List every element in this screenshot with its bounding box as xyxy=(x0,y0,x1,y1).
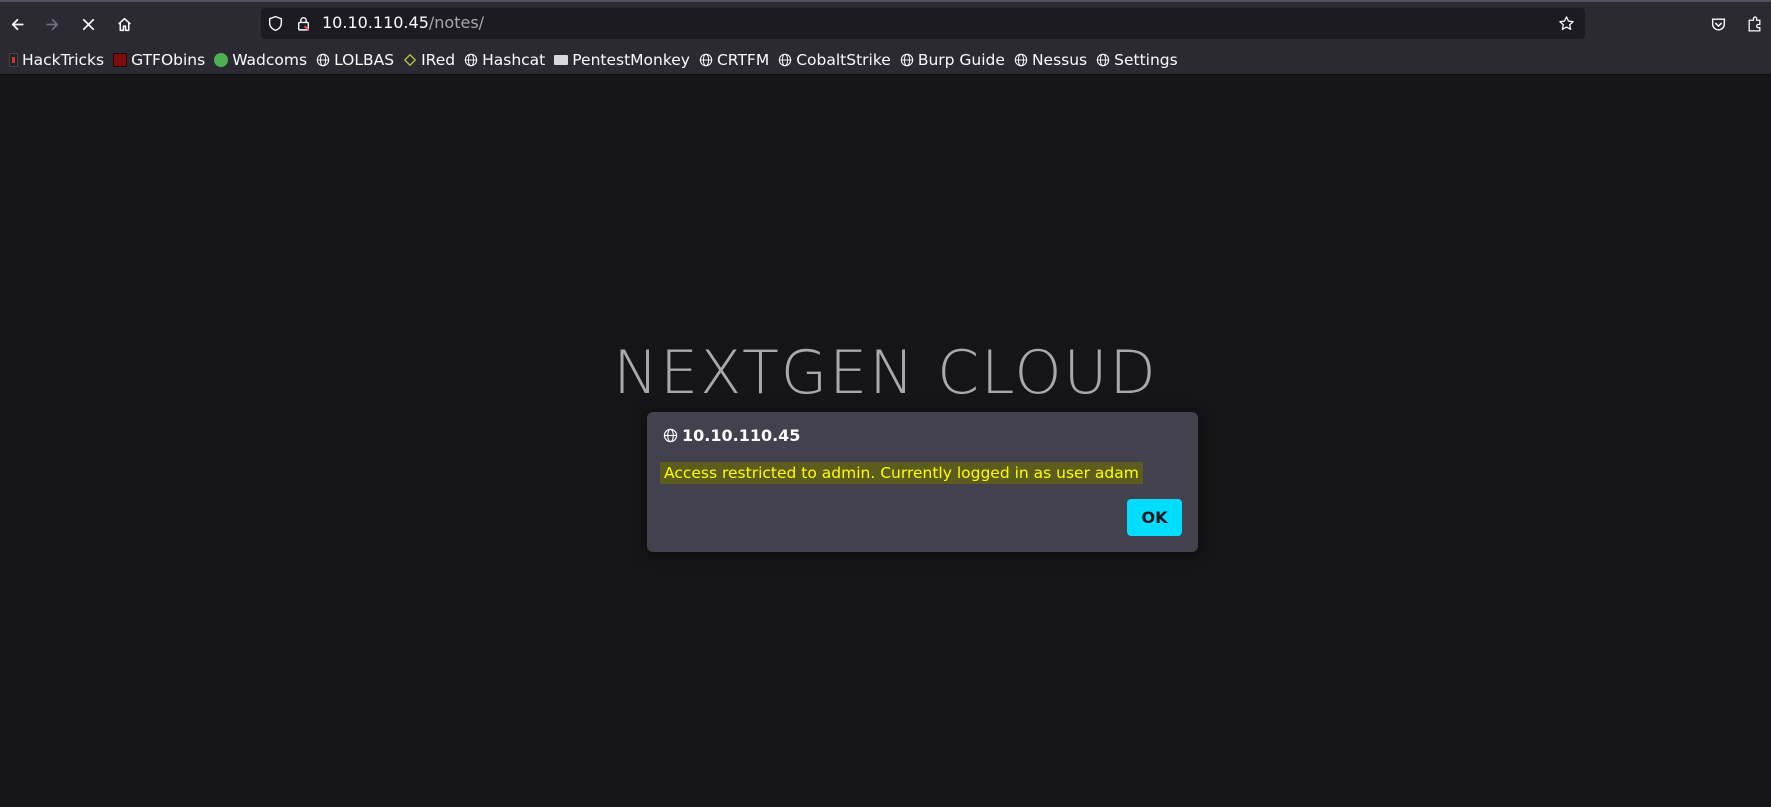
lock-icon[interactable] xyxy=(295,15,312,32)
url-path: /notes/ xyxy=(428,13,485,32)
bookmark-label: CobaltStrike xyxy=(796,50,891,69)
pocket-icon xyxy=(1711,17,1725,30)
bookmark-cobaltstrike[interactable]: CobaltStrike xyxy=(774,47,895,73)
bookmark-gtfobins[interactable]: GTFObins xyxy=(109,47,209,73)
bookmark-nessus[interactable]: Nessus xyxy=(1010,47,1091,73)
home-button[interactable] xyxy=(110,10,138,38)
bookmark-burp-guide[interactable]: Burp Guide xyxy=(896,47,1009,73)
bookmark-hashcat[interactable]: Hashcat xyxy=(460,47,549,73)
globe-icon xyxy=(464,53,478,66)
bookmark-label: PentestMonkey xyxy=(572,50,690,69)
bookmark-label: IRed xyxy=(421,50,456,69)
dialog-origin: 10.10.110.45 xyxy=(663,426,800,445)
bookmark-label: Settings xyxy=(1114,50,1178,69)
dialog-message: Access restricted to admin. Currently lo… xyxy=(660,462,1143,484)
globe-icon xyxy=(316,53,330,66)
pocket-button[interactable] xyxy=(1704,10,1732,38)
bookmark-label: LOLBAS xyxy=(334,50,395,69)
bookmarks-toolbar: HackTricks GTFObins Wadcoms LOLBAS IRed … xyxy=(0,45,1771,75)
globe-icon xyxy=(699,53,713,66)
close-icon xyxy=(82,18,94,30)
star-icon[interactable] xyxy=(1558,15,1575,32)
globe-icon xyxy=(663,428,678,443)
stop-button[interactable] xyxy=(74,10,102,38)
page-heading: NEXTGEN CLOUD xyxy=(613,338,1158,408)
home-icon xyxy=(117,17,131,31)
gtfobins-icon xyxy=(113,52,128,67)
browser-toolbar: 10.10.110.45/notes/ xyxy=(0,0,1771,45)
forward-button[interactable] xyxy=(38,10,66,38)
extensions-icon xyxy=(1748,16,1760,32)
ok-button[interactable]: OK xyxy=(1127,499,1182,536)
url-text[interactable]: 10.10.110.45/notes/ xyxy=(322,13,484,33)
bookmark-ired[interactable]: IRed xyxy=(399,47,459,73)
hacktricks-icon xyxy=(9,52,18,67)
globe-icon xyxy=(1014,53,1028,66)
bookmark-wadcoms[interactable]: Wadcoms xyxy=(210,47,311,73)
pentestmonkey-icon xyxy=(554,54,569,65)
url-host: 10.10.110.45 xyxy=(322,13,429,32)
wadcoms-icon xyxy=(214,52,229,67)
bookmark-label: Nessus xyxy=(1031,50,1088,69)
bookmark-hacktricks[interactable]: HackTricks xyxy=(5,47,108,73)
shield-icon[interactable] xyxy=(267,15,284,32)
bookmark-crtfm[interactable]: CRTFM xyxy=(695,47,773,73)
extensions-button[interactable] xyxy=(1740,10,1768,38)
arrow-left-icon xyxy=(11,18,24,30)
bookmark-label: HackTricks xyxy=(22,50,105,69)
url-bar[interactable]: 10.10.110.45/notes/ xyxy=(261,8,1585,39)
globe-icon xyxy=(900,53,914,66)
bookmark-settings[interactable]: Settings xyxy=(1092,47,1182,73)
alert-dialog: 10.10.110.45 Access restricted to admin.… xyxy=(647,412,1198,552)
bookmark-pentestmonkey[interactable]: PentestMonkey xyxy=(550,47,694,73)
dialog-origin-text: 10.10.110.45 xyxy=(682,426,801,445)
bookmark-label: Wadcoms xyxy=(232,50,308,69)
bookmark-label: Burp Guide xyxy=(917,50,1005,69)
bookmark-lolbas[interactable]: LOLBAS xyxy=(312,47,398,73)
bookmark-label: GTFObins xyxy=(131,50,206,69)
globe-icon xyxy=(779,53,792,66)
bookmark-label: CRTFM xyxy=(716,50,770,69)
back-button[interactable] xyxy=(3,10,31,38)
globe-icon xyxy=(1096,53,1110,66)
bookmark-label: Hashcat xyxy=(482,50,546,69)
ired-icon xyxy=(403,53,417,66)
arrow-right-icon xyxy=(45,18,58,30)
